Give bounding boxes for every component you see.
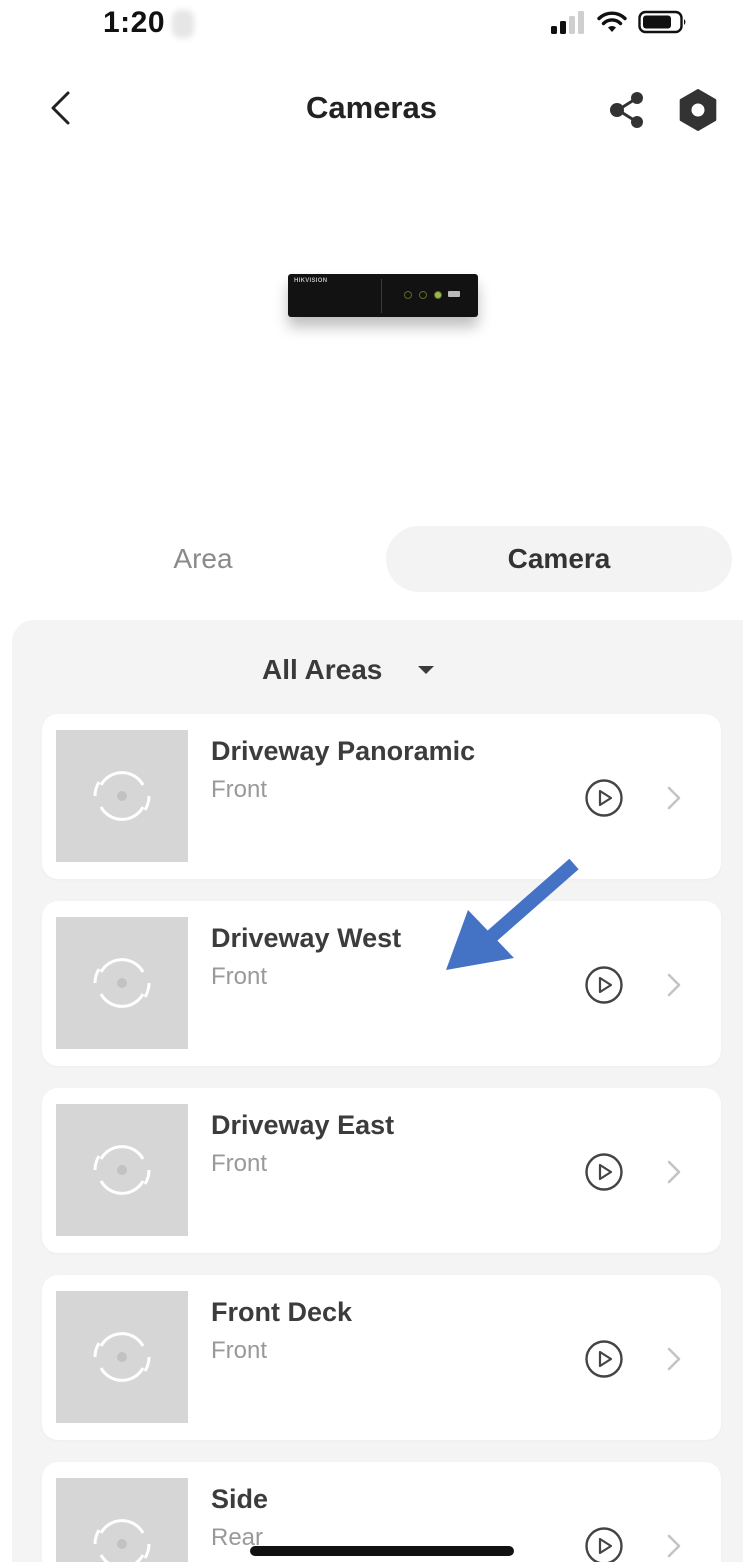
area-filter-dropdown[interactable]: All Areas [262,650,435,690]
chevron-right-icon [667,1347,681,1371]
home-indicator[interactable] [250,1546,514,1556]
device-usb-port [448,291,460,297]
device-panel-divider [381,279,382,313]
camera-card[interactable]: Driveway Panoramic Front [42,714,721,879]
chevron-right-icon [667,973,681,997]
cellular-signal-icon [551,11,584,34]
view-tabs: Area Camera [20,526,732,592]
camera-thumbnail [56,1478,188,1562]
camera-name: Side [211,1484,269,1514]
camera-name: Front Deck [211,1297,353,1327]
wifi-icon [597,11,627,32]
camera-placeholder-icon [93,771,151,821]
camera-thumbnail [56,1104,188,1236]
camera-name: Driveway West [211,923,402,953]
area-filter-label: All Areas [262,654,383,685]
status-redacted-indicator [172,10,194,38]
hexagon-settings-icon [679,89,717,131]
camera-list-panel: All Areas Driveway Panoramic Front Drive… [12,620,743,1562]
camera-placeholder-icon [93,1332,151,1382]
play-icon[interactable] [584,1339,624,1379]
play-icon[interactable] [584,778,624,818]
chevron-right-icon [667,1160,681,1184]
camera-thumbnail [56,1291,188,1423]
device-led [404,291,412,299]
play-icon[interactable] [584,1526,624,1562]
camera-name: Driveway East [211,1110,395,1140]
chevron-right-icon [667,786,681,810]
play-icon[interactable] [584,1152,624,1192]
battery-icon [638,10,686,34]
chevron-right-icon [667,1534,681,1558]
device-led [434,291,442,299]
camera-area: Front [211,1150,268,1177]
device-brand-logo: HIKVISION [294,278,328,284]
tab-area[interactable]: Area [20,526,386,592]
status-time: 1:20 [103,6,166,39]
nav-bar: Cameras [0,70,743,146]
status-bar: 1:20 [0,0,743,50]
settings-button[interactable] [676,88,720,132]
share-icon [610,92,643,128]
caret-down-icon [418,666,435,674]
play-icon[interactable] [584,965,624,1005]
camera-card[interactable]: Front Deck Front [42,1275,721,1440]
tab-camera[interactable]: Camera [386,526,732,592]
status-icons [550,10,688,34]
camera-card[interactable]: Driveway East Front [42,1088,721,1253]
camera-area: Front [211,1337,268,1364]
camera-area: Front [211,776,268,803]
camera-card[interactable]: Driveway West Front [42,901,721,1066]
camera-area: Front [211,963,268,990]
camera-placeholder-icon [93,1519,151,1562]
camera-name: Driveway Panoramic [211,736,476,766]
camera-thumbnail [56,730,188,862]
device-hero: HIKVISION [0,250,743,360]
camera-thumbnail [56,917,188,1049]
nvr-device-image: HIKVISION [288,274,478,317]
camera-placeholder-icon [93,958,151,1008]
share-button[interactable] [606,88,650,132]
camera-placeholder-icon [93,1145,151,1195]
device-led [419,291,427,299]
